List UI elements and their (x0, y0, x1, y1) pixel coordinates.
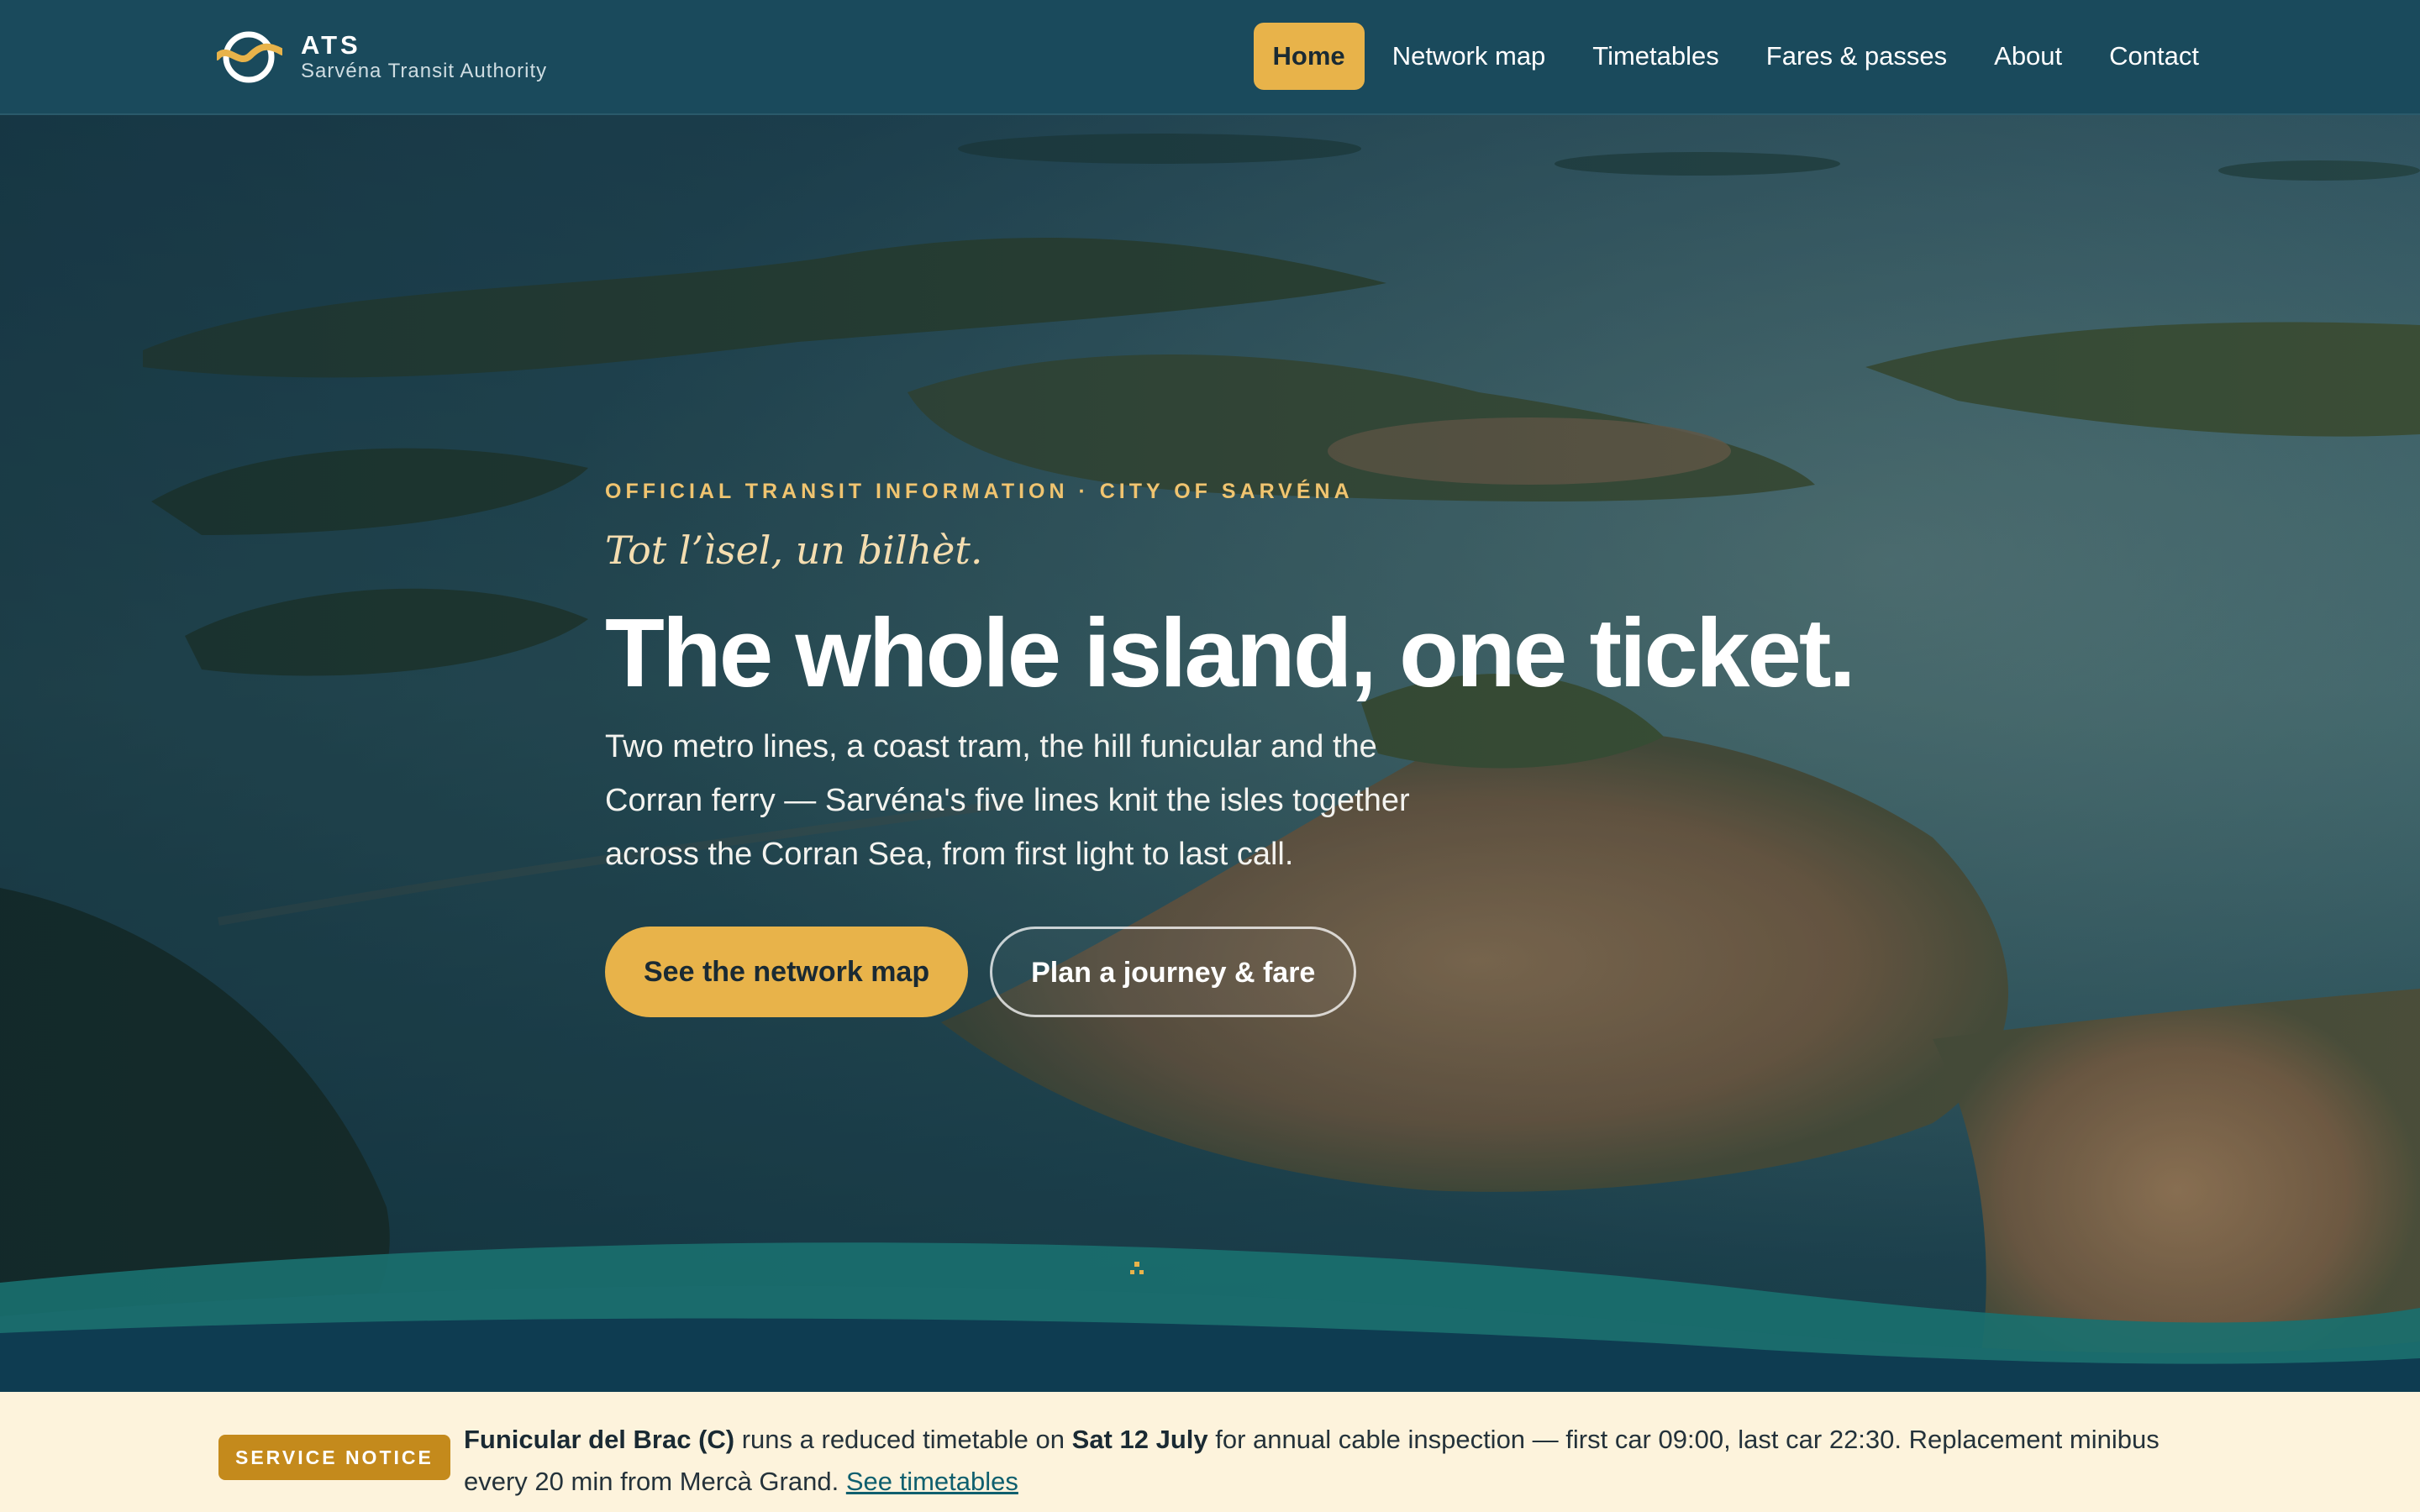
nav-home[interactable]: Home (1253, 23, 1365, 90)
nav-about[interactable]: About (1975, 23, 2081, 90)
brand-home-link[interactable]: ATS Sarvéna Transit Authority (217, 29, 547, 86)
see-network-map-button[interactable]: See the network map (605, 927, 969, 1017)
nav-fares-passes[interactable]: Fares & passes (1747, 23, 1966, 90)
hero-lede: Two metro lines, a coast tram, the hill … (605, 729, 1410, 872)
service-notice-text: Funicular del Brac (C) runs a reduced ti… (464, 1419, 2212, 1503)
service-notice-banner: SERVICE NOTICE Funicular del Brac (C) ru… (0, 1392, 2420, 1512)
brand-text: ATS Sarvéna Transit Authority (301, 31, 547, 83)
hero-section: OFFICIAL TRANSIT INFORMATION · CITY OF S… (0, 115, 2420, 1392)
plan-journey-button[interactable]: Plan a journey & fare (990, 927, 1357, 1017)
hero-cta-row: See the network map Plan a journey & far… (605, 927, 1865, 1017)
see-timetables-link[interactable]: See timetables (846, 1467, 1018, 1496)
site-header: ATS Sarvéna Transit Authority Home Netwo… (0, 0, 2420, 115)
main-nav: Home Network map Timetables Fares & pass… (1245, 23, 2218, 90)
notice-line-name: Funicular del Brac (C) (464, 1425, 735, 1454)
nav-timetables[interactable]: Timetables (1573, 23, 1738, 90)
nav-contact[interactable]: Contact (2090, 23, 2218, 90)
nav-network-map[interactable]: Network map (1373, 23, 1565, 90)
brand-name: ATS (301, 30, 361, 60)
hero-eyebrow: OFFICIAL TRANSIT INFORMATION · CITY OF S… (605, 480, 1354, 503)
notice-date: Sat 12 July (1071, 1425, 1208, 1454)
hero-tagline: Tot l’ìsel, un bilhèt. (605, 528, 983, 573)
ats-logo-icon (217, 31, 282, 83)
hero-content: OFFICIAL TRANSIT INFORMATION · CITY OF S… (605, 476, 1865, 1017)
brand-subtitle: Sarvéna Transit Authority (301, 60, 548, 82)
notice-text-part-1: runs a reduced timetable on (734, 1425, 1072, 1454)
service-notice-badge: SERVICE NOTICE (218, 1435, 450, 1480)
hero-headline: The whole island, one ticket. (605, 598, 1856, 707)
